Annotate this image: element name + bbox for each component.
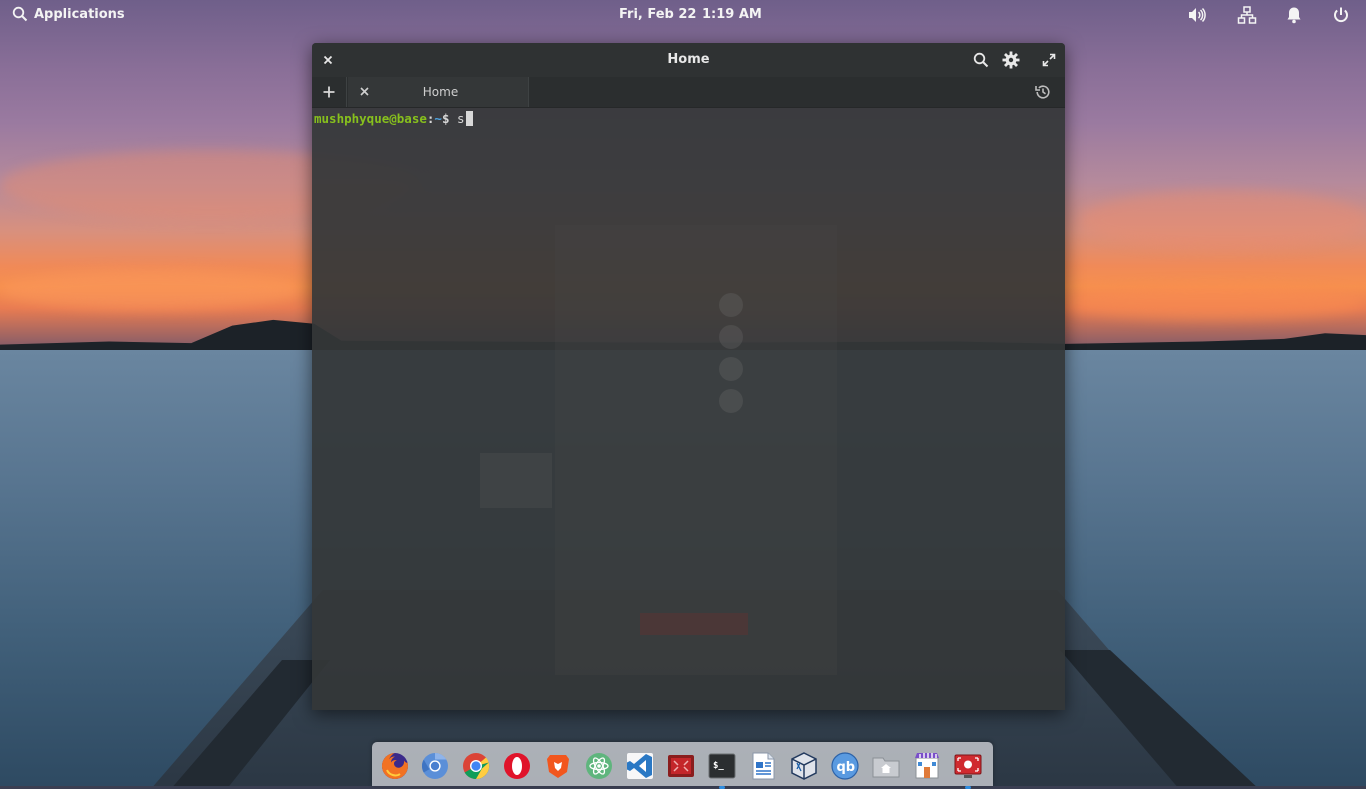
ghost-dot	[719, 325, 743, 349]
background-window-ghost	[640, 613, 748, 635]
tab-home[interactable]: Home	[348, 77, 529, 107]
top-panel: Applications Fri, Feb 22 1:19 AM	[0, 0, 1366, 30]
tab-label: Home	[422, 85, 459, 99]
brave-icon	[547, 755, 569, 778]
opera-icon	[504, 753, 530, 779]
background-window-ghost	[480, 453, 552, 508]
screencast-icon	[954, 754, 982, 778]
terminal-window: Home Home mushphyque@base:~$ s	[312, 43, 1065, 710]
vscode-icon	[627, 753, 653, 779]
search-icon	[12, 6, 28, 22]
appcenter-icon	[915, 753, 939, 779]
maximize-icon	[1042, 53, 1056, 67]
files-icon	[872, 757, 900, 778]
dock-item-screencast[interactable]	[951, 749, 985, 789]
dock-item-opera[interactable]	[500, 749, 534, 783]
firefox-icon	[381, 753, 408, 779]
prompt-dollar: $	[441, 111, 458, 126]
settings-button[interactable]	[1002, 51, 1020, 69]
plus-icon	[323, 86, 335, 98]
dock-item-appcenter[interactable]	[910, 749, 944, 783]
closed-tabs-button[interactable]	[1034, 83, 1052, 101]
dock-item-text-editor[interactable]	[746, 749, 780, 783]
chrome-icon	[463, 753, 490, 780]
window-title: Home	[667, 52, 710, 67]
tab-bar: Home	[312, 77, 1065, 108]
terminal-output[interactable]: mushphyque@base:~$ s	[312, 108, 1065, 710]
dock-item-brave[interactable]	[541, 749, 575, 783]
sound-icon	[1189, 7, 1206, 23]
dock-item-firefox[interactable]	[378, 749, 412, 783]
history-icon	[1035, 85, 1050, 99]
virtualbox-icon	[791, 752, 817, 780]
dock-item-screen-recorder[interactable]	[664, 749, 698, 783]
terminal-icon: $_	[708, 753, 736, 779]
panel-date[interactable]: Fri, Feb 22	[619, 7, 696, 22]
panel-time[interactable]: 1:19 AM	[702, 7, 762, 22]
tab-divider	[346, 77, 347, 107]
ghost-dot	[719, 293, 743, 317]
qbittorrent-icon: qb	[831, 752, 859, 780]
search-button[interactable]	[972, 51, 990, 69]
search-icon	[973, 52, 989, 68]
power-indicator[interactable]	[1331, 5, 1351, 25]
dock-item-atom[interactable]	[582, 749, 616, 783]
dock-item-files[interactable]	[869, 749, 903, 783]
background-window-ghost	[555, 225, 837, 675]
prompt-user-host: mushphyque@base	[314, 111, 427, 126]
atom-icon	[586, 753, 612, 779]
network-indicator[interactable]	[1237, 5, 1257, 25]
prompt-path: ~	[434, 111, 442, 126]
network-icon	[1237, 6, 1257, 24]
text-editor-icon	[752, 752, 775, 780]
svg-text:$_: $_	[713, 761, 724, 771]
terminal-titlebar[interactable]: Home	[312, 43, 1065, 77]
wallpaper-cloud	[1080, 190, 1366, 250]
gear-icon	[1002, 51, 1020, 69]
maximize-button[interactable]	[1040, 51, 1058, 69]
power-icon	[1334, 7, 1348, 23]
dock-item-chromium[interactable]	[418, 749, 452, 783]
text-cursor	[465, 111, 473, 126]
dock-item-terminal[interactable]: $_	[705, 749, 739, 789]
svg-text:qb: qb	[837, 760, 856, 775]
wallpaper-cloud	[1060, 285, 1366, 320]
notifications-icon	[1287, 7, 1301, 24]
dock: $_ qb	[372, 742, 993, 789]
dock-item-chrome[interactable]	[459, 749, 493, 783]
ghost-dot	[719, 357, 743, 381]
notifications-indicator[interactable]	[1284, 5, 1304, 25]
dock-item-virtualbox[interactable]	[787, 749, 821, 783]
sound-indicator[interactable]	[1186, 5, 1206, 25]
applications-label: Applications	[34, 6, 125, 22]
dock-item-qbittorrent[interactable]: qb	[828, 749, 862, 783]
applications-menu[interactable]: Applications	[12, 6, 125, 22]
new-tab-button[interactable]	[318, 82, 340, 102]
ghost-dot	[719, 389, 743, 413]
command-input[interactable]: s	[457, 111, 465, 126]
chromium-icon	[421, 752, 448, 779]
wallpaper-cloud	[0, 270, 300, 310]
dock-item-vscode[interactable]	[623, 749, 657, 783]
screen-recorder-icon	[668, 755, 694, 777]
prompt-line: mushphyque@base:~$ s	[314, 111, 473, 126]
